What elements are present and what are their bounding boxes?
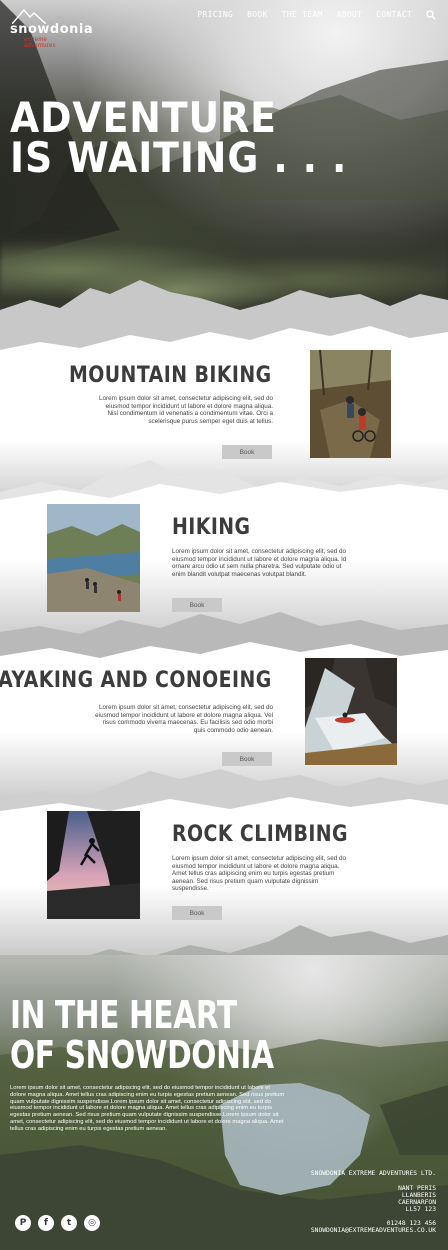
nav-pricing[interactable]: PRICING <box>197 10 233 20</box>
social-links: P f t ◎ <box>15 1215 100 1231</box>
section-text: Lorem ipsum dolor sit amet, consectetur … <box>95 704 273 734</box>
section-text: Lorem ipsum dolor sit amet, consectetur … <box>99 395 273 425</box>
section-text: Lorem ipsum dolor sit amet, consectetur … <box>172 855 346 893</box>
page: snowdonia extreme adventures PRICING BOO… <box>0 0 448 1250</box>
address-line: LLANBERIS <box>401 1192 436 1199</box>
search-icon[interactable] <box>426 10 436 20</box>
footer-title-line2: OF SNOWDONIA <box>10 1033 274 1077</box>
footer-title: IN THE HEART OF SNOWDONIA <box>10 995 274 1075</box>
kayaking-photo <box>305 658 397 765</box>
phone-number[interactable]: 01248 123 456 <box>311 1220 436 1227</box>
nav-about[interactable]: ABOUT <box>337 10 363 20</box>
hiking-photo <box>47 504 140 612</box>
nav-the-team[interactable]: THE TEAM <box>282 10 323 20</box>
mountain-biking-photo <box>310 350 391 458</box>
company-name: SNOWDONIA EXTREME ADVENTURES LTD. <box>310 1170 436 1177</box>
nav-book[interactable]: BOOK <box>247 10 267 20</box>
section-title: KAYAKING AND CONOEING <box>0 668 272 693</box>
address-line: CAERNARFON <box>398 1199 436 1206</box>
twitter-icon[interactable]: t <box>61 1215 77 1231</box>
footer-text: Lorem ipsum dolor sit amet, consectetur … <box>10 1085 285 1132</box>
instagram-icon[interactable]: ◎ <box>84 1215 100 1231</box>
address-line: NANT PERIS <box>398 1185 436 1192</box>
section-rock-climbing: ROCK CLIMBING Lorem ipsum dolor sit amet… <box>0 765 448 985</box>
hero-title-line2: IS WAITING . . . <box>10 133 348 182</box>
section-text: Lorem ipsum dolor sit amet, consectetur … <box>172 548 347 578</box>
section-title: ROCK CLIMBING <box>172 822 349 847</box>
section-title: MOUNTAIN BIKING <box>69 363 272 388</box>
rock-climbing-photo <box>47 811 140 919</box>
book-button[interactable]: Book <box>172 598 222 612</box>
logo-wordmark: snowdonia <box>10 22 94 37</box>
email-address[interactable]: SNOWDONIA@EXTREMEADVENTURES.CO.UK <box>311 1227 436 1234</box>
book-button[interactable]: Book <box>222 445 272 459</box>
hero-title-line1: ADVENTURE <box>10 93 277 142</box>
contact-address: SNOWDONIA EXTREME ADVENTURES LTD. NANT P… <box>311 1170 436 1234</box>
pinterest-icon[interactable]: P <box>15 1215 31 1231</box>
postal-address: NANT PERIS LLANBERIS CAERNARFON LL57 123 <box>311 1185 436 1213</box>
facebook-icon[interactable]: f <box>38 1215 54 1231</box>
section-title: HIKING <box>172 515 251 540</box>
footer-title-line1: IN THE HEART <box>10 993 237 1037</box>
book-button[interactable]: Book <box>222 752 272 766</box>
nav-contact[interactable]: CONTACT <box>376 10 412 20</box>
hero-title: ADVENTURE IS WAITING . . . <box>10 93 348 182</box>
footer-section: IN THE HEART OF SNOWDONIA Lorem ipsum do… <box>0 955 448 1250</box>
book-button[interactable]: Book <box>172 906 222 920</box>
logo-tagline: extreme adventures <box>24 37 56 49</box>
main-nav: PRICING BOOK THE TEAM ABOUT CONTACT <box>197 10 436 20</box>
logo[interactable]: snowdonia extreme adventures <box>10 8 93 49</box>
address-line: LL57 123 <box>405 1206 436 1213</box>
